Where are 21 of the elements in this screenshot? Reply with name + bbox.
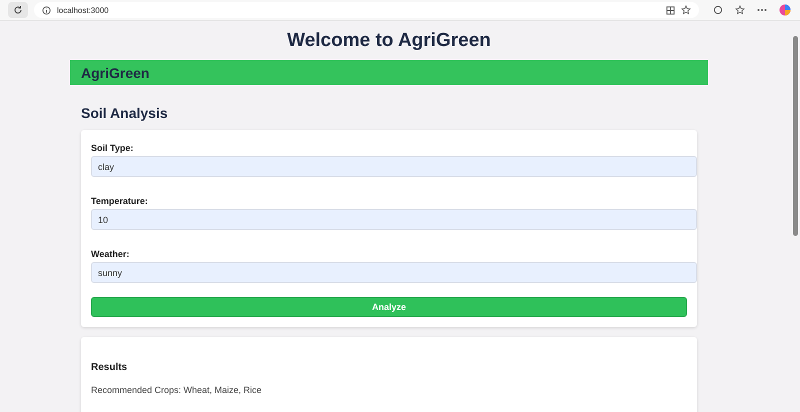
star-icon[interactable] xyxy=(681,5,691,15)
favorites-icon[interactable] xyxy=(735,5,745,15)
brand-name: AgriGreen xyxy=(81,64,150,80)
section-title: Soil Analysis xyxy=(81,105,169,121)
address-bar[interactable]: localhost:3000 xyxy=(34,2,699,18)
url-text: localhost:3000 xyxy=(57,6,109,14)
field-label: Soil Type: xyxy=(91,143,134,153)
results-title: Results xyxy=(91,362,128,373)
reload-icon xyxy=(13,5,23,15)
input-field[interactable]: sunny xyxy=(91,262,697,283)
field-label: Temperature: xyxy=(91,196,148,206)
scrollbar[interactable] xyxy=(793,36,798,236)
page-title: Welcome to AgriGreen xyxy=(286,29,492,53)
grid-icon[interactable] xyxy=(666,6,675,14)
more-icon[interactable] xyxy=(757,8,767,12)
input-field[interactable]: 10 xyxy=(91,209,697,230)
info-icon xyxy=(42,6,51,14)
results-text: Recommended Crops: Wheat, Maize, Rice xyxy=(91,385,262,395)
field-label: Weather: xyxy=(91,249,130,259)
input-field[interactable]: clay xyxy=(91,156,697,177)
reload-button[interactable] xyxy=(8,2,28,18)
